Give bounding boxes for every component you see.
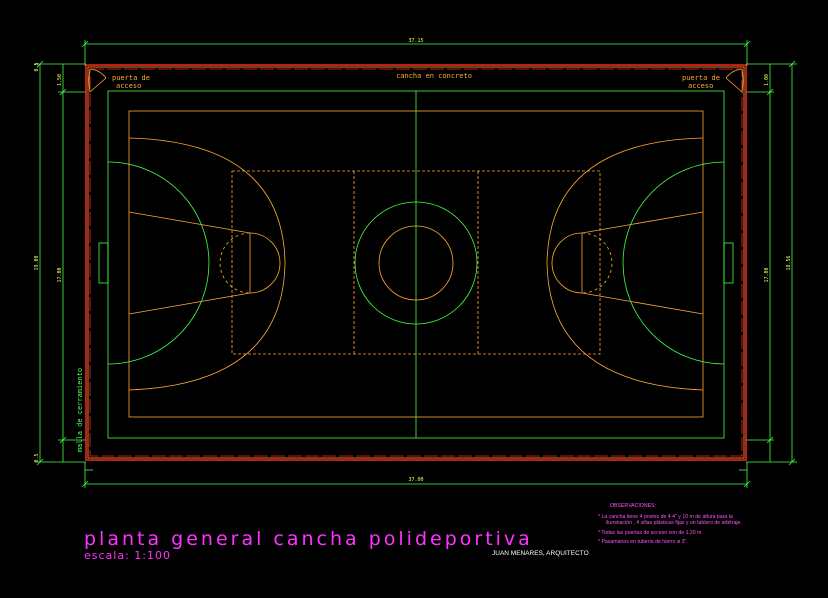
drawing-scale: escala: 1:100: [84, 549, 171, 562]
dim-right-inner: 17.00: [764, 267, 770, 282]
dim-left-tiny-bottom: 0.5: [34, 453, 40, 462]
dim-right-outer: 18.56: [786, 255, 792, 270]
court-boundary: [98, 90, 734, 439]
label-puerta-right-2: acceso: [688, 82, 713, 90]
dim-left-tiny: 0.5: [34, 62, 40, 71]
dim-bottom-total: 37.00: [408, 477, 423, 483]
label-puerta-left-2: acceso: [116, 82, 141, 90]
access-door-right: [725, 68, 744, 93]
drawing-title: planta general cancha polideportiva: [84, 528, 533, 550]
label-puerta-left-1: puerta de: [112, 74, 150, 82]
observation-note: * Todas las puertas de acceso son de 1.2…: [598, 529, 702, 536]
dim-left-outer: 19.00: [34, 255, 40, 270]
label-malla: malla de cerramiento: [76, 368, 84, 452]
access-door-left: [88, 68, 107, 93]
dim-top-total: 37.15: [408, 38, 423, 44]
observation-note: * Pasamanos en tubería de hierro ø 3".: [598, 539, 688, 546]
observation-note: * La cancha tiene 4 postes de 4 4" y 10 …: [598, 513, 742, 527]
label-cancha: cancha en concreto: [396, 72, 472, 80]
label-puerta-right-1: puerta de: [682, 74, 720, 82]
dim-left-inner: 17.00: [57, 267, 63, 282]
drawing-author: JUAN MENARES, ARQUITECTO: [492, 550, 589, 557]
dim-right-small-a: 1.00: [764, 74, 770, 86]
observations-block: OBSERVACIONES: * La cancha tiene 4 poste…: [598, 503, 758, 549]
observations-heading: OBSERVACIONES:: [610, 503, 656, 509]
dim-left-small-a: 1.50: [57, 74, 63, 86]
